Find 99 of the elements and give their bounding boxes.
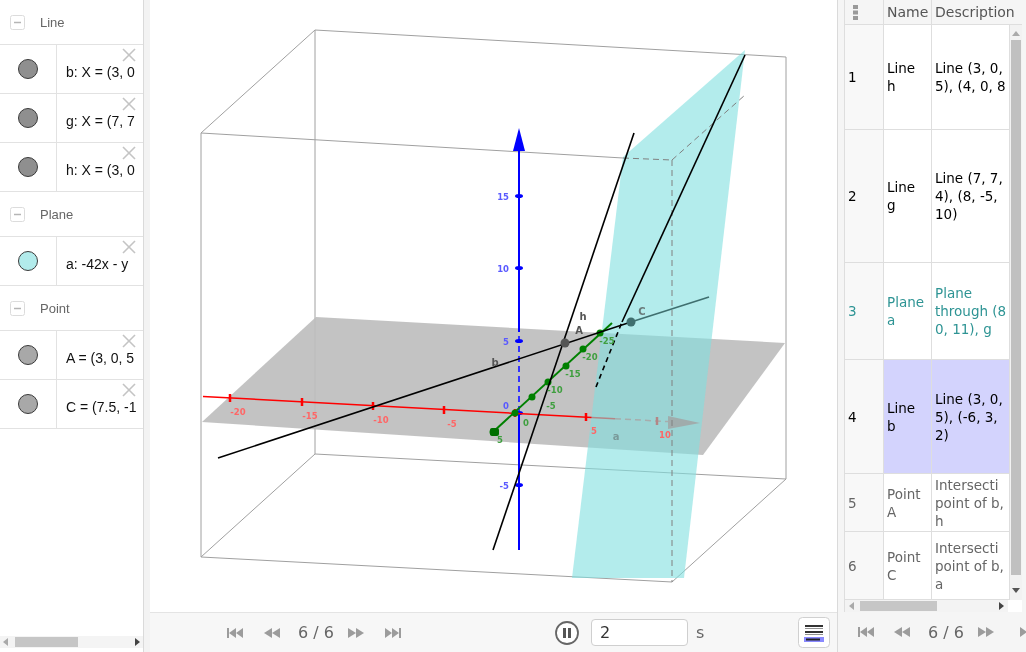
rewind-icon[interactable] bbox=[894, 626, 910, 638]
algebra-expression: b: X = (3, 0 bbox=[66, 64, 135, 80]
table-row[interactable]: 5 Point A Intersecti point of b, h bbox=[845, 474, 1010, 532]
duration-field[interactable]: 2 bbox=[590, 619, 688, 646]
scroll-up-icon[interactable] bbox=[1012, 31, 1020, 36]
object-label: C bbox=[638, 306, 646, 317]
visibility-dot-icon[interactable] bbox=[18, 59, 38, 79]
scroll-down-icon[interactable] bbox=[1012, 588, 1020, 593]
axis-tick-label: 5 bbox=[497, 435, 503, 445]
horizontal-scrollbar[interactable] bbox=[0, 636, 143, 648]
step-counter: 6 / 6 bbox=[298, 623, 334, 642]
axis-tick-label: -5 bbox=[499, 480, 509, 491]
table-row[interactable]: 1 Line h Line (3, 0, 5), (4, 0, 8 bbox=[845, 25, 1010, 130]
cross-icon[interactable] bbox=[122, 240, 136, 254]
axis-tick-label: 0 bbox=[523, 418, 529, 428]
row-number: 5 bbox=[848, 493, 857, 512]
row-number: 2 bbox=[848, 187, 857, 205]
table-cell: Point C bbox=[887, 547, 921, 584]
axis-tick-label: -20 bbox=[230, 407, 246, 417]
group-title: Point bbox=[40, 300, 70, 316]
cross-icon[interactable] bbox=[122, 334, 136, 348]
table-cell: Line (7, 7, 4), (8, -5, 10) bbox=[935, 169, 1003, 223]
table-cell: Line b bbox=[887, 398, 916, 435]
fast-forward-icon[interactable] bbox=[347, 626, 364, 639]
scroll-left-icon[interactable] bbox=[3, 638, 8, 646]
visibility-dot-icon[interactable] bbox=[18, 251, 38, 271]
skip-to-end-icon[interactable] bbox=[1019, 626, 1026, 638]
algebra-expression: h: X = (3, 0 bbox=[66, 162, 135, 178]
axis-tick-label: -10 bbox=[547, 385, 563, 395]
scroll-left-icon[interactable] bbox=[849, 602, 854, 610]
unit-label: s bbox=[695, 623, 705, 642]
column-header[interactable]: Description bbox=[935, 4, 1015, 20]
row-number: 1 bbox=[848, 68, 857, 86]
table-cell: Line (3, 0, 5), (4, 0, 8 bbox=[935, 59, 1006, 95]
table-cell: Line (3, 0, 5), (-6, 3, 2) bbox=[935, 389, 1003, 444]
axis-tick-label: 5 bbox=[503, 336, 509, 347]
table-cell: Line h bbox=[887, 59, 916, 95]
table-cell: Line g bbox=[887, 178, 916, 214]
row-number: 6 bbox=[848, 556, 857, 575]
axis-tick-label: 10 bbox=[659, 430, 671, 440]
column-header[interactable]: Name bbox=[887, 4, 929, 20]
table-row[interactable]: 6 Point C Intersecti point of b, a bbox=[845, 532, 1010, 600]
horizontal-scrollbar[interactable] bbox=[845, 600, 1008, 612]
text-list-icon[interactable] bbox=[798, 617, 830, 648]
axis-tick-label: -5 bbox=[546, 401, 556, 411]
visibility-dot-icon[interactable] bbox=[18, 345, 38, 365]
table-cell: Point A bbox=[887, 484, 921, 521]
object-label: A bbox=[575, 325, 583, 336]
algebra-expression: g: X = (7, 7 bbox=[66, 113, 135, 129]
axis-tick-label: -5 bbox=[447, 419, 457, 429]
scroll-right-icon[interactable] bbox=[135, 638, 140, 646]
algebra-expression: a: -42x - y bbox=[66, 256, 129, 272]
rewind-icon[interactable] bbox=[264, 626, 280, 639]
scrollbar-thumb[interactable] bbox=[860, 601, 937, 611]
collapse-icon[interactable] bbox=[10, 206, 25, 222]
table-cell: Intersecti point of b, h bbox=[935, 475, 1004, 530]
cross-icon[interactable] bbox=[122, 383, 136, 397]
visibility-dot-icon[interactable] bbox=[18, 108, 38, 128]
skip-to-end-icon[interactable] bbox=[384, 626, 401, 639]
axis-tick-label: 5 bbox=[591, 426, 597, 436]
visibility-dot-icon[interactable] bbox=[18, 394, 38, 414]
table-row[interactable]: 4 Line b Line (3, 0, 5), (-6, 3, 2) bbox=[845, 360, 1010, 474]
group-title: Line bbox=[40, 14, 65, 30]
object-label: b bbox=[491, 357, 499, 368]
fast-forward-icon[interactable] bbox=[977, 626, 994, 638]
step-counter: 6 / 6 bbox=[928, 622, 964, 642]
skip-to-start-icon[interactable] bbox=[227, 626, 243, 639]
axis-tick-label: -20 bbox=[582, 352, 598, 362]
axis-tick-label: 0 bbox=[503, 401, 509, 411]
visibility-dot-icon[interactable] bbox=[18, 157, 38, 177]
table-row[interactable]: 2 Line g Line (7, 7, 4), (8, -5, 10) bbox=[845, 130, 1010, 263]
axis-tick-label: 10 bbox=[497, 263, 509, 274]
object-label: a bbox=[612, 431, 620, 442]
skip-to-start-icon[interactable] bbox=[858, 626, 874, 638]
cross-icon[interactable] bbox=[122, 48, 136, 62]
axis-tick-label: 15 bbox=[497, 191, 509, 202]
cross-icon[interactable] bbox=[122, 97, 136, 111]
axis-tick-label: -10 bbox=[373, 415, 389, 425]
axis-tick-label: -15 bbox=[565, 369, 581, 379]
object-label: h bbox=[579, 311, 587, 322]
scroll-right-icon[interactable] bbox=[999, 602, 1004, 610]
axis-tick-label: -15 bbox=[302, 411, 318, 421]
pause-icon[interactable] bbox=[554, 620, 579, 645]
axis-tick-label: -25 bbox=[599, 336, 615, 346]
row-number: 4 bbox=[848, 407, 857, 426]
table-cell: Plane a bbox=[887, 293, 925, 329]
group-title: Plane bbox=[40, 206, 74, 222]
algebra-expression: A = (3, 0, 5 bbox=[66, 350, 135, 366]
row-number: 3 bbox=[848, 302, 857, 320]
table-cell: Intersecti point of b, a bbox=[935, 538, 1004, 593]
vertical-dots-icon[interactable] bbox=[853, 4, 858, 20]
scrollbar-thumb[interactable] bbox=[15, 637, 78, 647]
table-cell: Plane through (8 0, 11), g bbox=[935, 284, 1007, 338]
cross-icon[interactable] bbox=[122, 146, 136, 160]
collapse-icon[interactable] bbox=[10, 14, 25, 30]
vertical-scrollbar[interactable] bbox=[1010, 25, 1022, 600]
scrollbar-thumb[interactable] bbox=[1011, 40, 1021, 575]
algebra-expression: C = (7.5, -1 bbox=[66, 399, 137, 415]
collapse-icon[interactable] bbox=[10, 300, 25, 316]
